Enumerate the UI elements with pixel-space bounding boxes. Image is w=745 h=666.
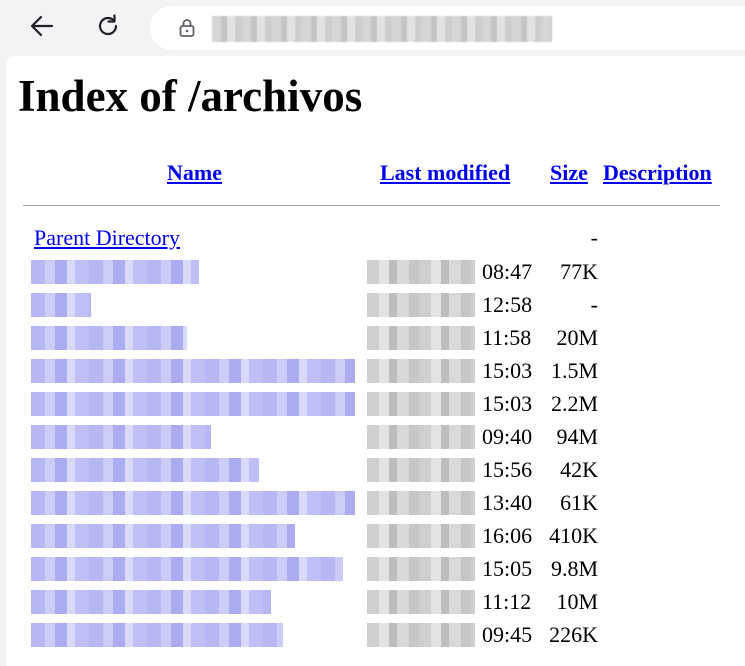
table-row: 15:05 9.8M bbox=[6, 554, 745, 587]
table-row: 16:06 410K bbox=[6, 521, 745, 554]
table-row: 11:12 10M bbox=[6, 587, 745, 620]
file-size: 42K bbox=[560, 457, 598, 482]
table-row: 08:47 77K bbox=[6, 257, 745, 290]
file-link-redacted[interactable] bbox=[31, 359, 355, 383]
modified-time: 09:45 bbox=[482, 622, 533, 647]
file-link-redacted[interactable] bbox=[31, 458, 259, 482]
date-redacted bbox=[367, 623, 475, 647]
column-header-size[interactable]: Size bbox=[550, 160, 588, 186]
file-size: 9.8M bbox=[550, 556, 598, 581]
file-link-redacted[interactable] bbox=[31, 623, 283, 647]
file-size: 94M bbox=[556, 424, 598, 449]
page-content: Index of /archivos Name Last modified Si… bbox=[6, 56, 745, 666]
column-header-name[interactable]: Name bbox=[167, 160, 222, 186]
file-size: 10M bbox=[556, 589, 598, 614]
modified-time: 08:47 bbox=[482, 259, 533, 284]
file-link-redacted[interactable] bbox=[31, 326, 187, 350]
table-row: 13:40 61K bbox=[6, 488, 745, 521]
file-size: 1.5M bbox=[550, 358, 598, 383]
url-text-redacted[interactable] bbox=[212, 16, 552, 42]
date-redacted bbox=[367, 491, 475, 515]
date-redacted bbox=[367, 425, 475, 449]
table-row: 11:58 20M bbox=[6, 323, 745, 356]
date-redacted bbox=[367, 524, 475, 548]
modified-time: 13:40 bbox=[482, 490, 533, 515]
back-button[interactable] bbox=[22, 8, 62, 48]
column-header-description[interactable]: Description bbox=[603, 160, 712, 186]
address-bar[interactable] bbox=[150, 6, 745, 50]
file-link-redacted[interactable] bbox=[31, 557, 343, 581]
table-row: 09:40 94M bbox=[6, 422, 745, 455]
file-size: - bbox=[590, 292, 598, 317]
file-link-redacted[interactable] bbox=[31, 392, 355, 416]
table-row: 09:45 226K bbox=[6, 620, 745, 653]
modified-time: 15:03 bbox=[482, 358, 533, 383]
modified-time: 16:06 bbox=[482, 523, 533, 548]
header-divider bbox=[23, 205, 720, 206]
arrow-left-icon bbox=[29, 13, 55, 44]
lock-icon[interactable] bbox=[176, 17, 198, 39]
parent-directory-size: - bbox=[590, 225, 598, 250]
file-size: 2.2M bbox=[550, 391, 598, 416]
file-link-redacted[interactable] bbox=[31, 293, 91, 317]
modified-time: 15:56 bbox=[482, 457, 533, 482]
modified-time: 09:40 bbox=[482, 424, 533, 449]
modified-time: 15:05 bbox=[482, 556, 533, 581]
file-size: 226K bbox=[549, 622, 598, 647]
date-redacted bbox=[367, 359, 475, 383]
date-redacted bbox=[367, 293, 475, 317]
file-link-redacted[interactable] bbox=[31, 590, 271, 614]
table-row: 15:56 42K bbox=[6, 455, 745, 488]
reload-icon bbox=[95, 13, 121, 44]
date-redacted bbox=[367, 458, 475, 482]
modified-time: 12:58 bbox=[482, 292, 533, 317]
table-row: 12:58 - bbox=[6, 290, 745, 323]
file-link-redacted[interactable] bbox=[31, 491, 355, 515]
date-redacted bbox=[367, 260, 475, 284]
date-redacted bbox=[367, 557, 475, 581]
date-redacted bbox=[367, 392, 475, 416]
page-title: Index of /archivos bbox=[18, 71, 363, 121]
file-link-redacted[interactable] bbox=[31, 260, 199, 284]
file-link-redacted[interactable] bbox=[31, 524, 295, 548]
file-size: 61K bbox=[560, 490, 598, 515]
modified-time: 15:03 bbox=[482, 391, 533, 416]
file-link-redacted[interactable] bbox=[31, 425, 211, 449]
reload-button[interactable] bbox=[88, 8, 128, 48]
file-size: 20M bbox=[556, 325, 598, 350]
modified-time: 11:58 bbox=[482, 325, 532, 350]
file-size: 410K bbox=[549, 523, 598, 548]
table-row: 15:03 2.2M bbox=[6, 389, 745, 422]
date-redacted bbox=[367, 590, 475, 614]
browser-toolbar bbox=[0, 0, 745, 56]
date-redacted bbox=[367, 326, 475, 350]
table-row: 15:03 1.5M bbox=[6, 356, 745, 389]
parent-directory-link[interactable]: Parent Directory bbox=[34, 225, 180, 251]
file-size: 77K bbox=[560, 259, 598, 284]
column-header-last-modified[interactable]: Last modified bbox=[380, 160, 510, 186]
modified-time: 11:12 bbox=[482, 589, 532, 614]
